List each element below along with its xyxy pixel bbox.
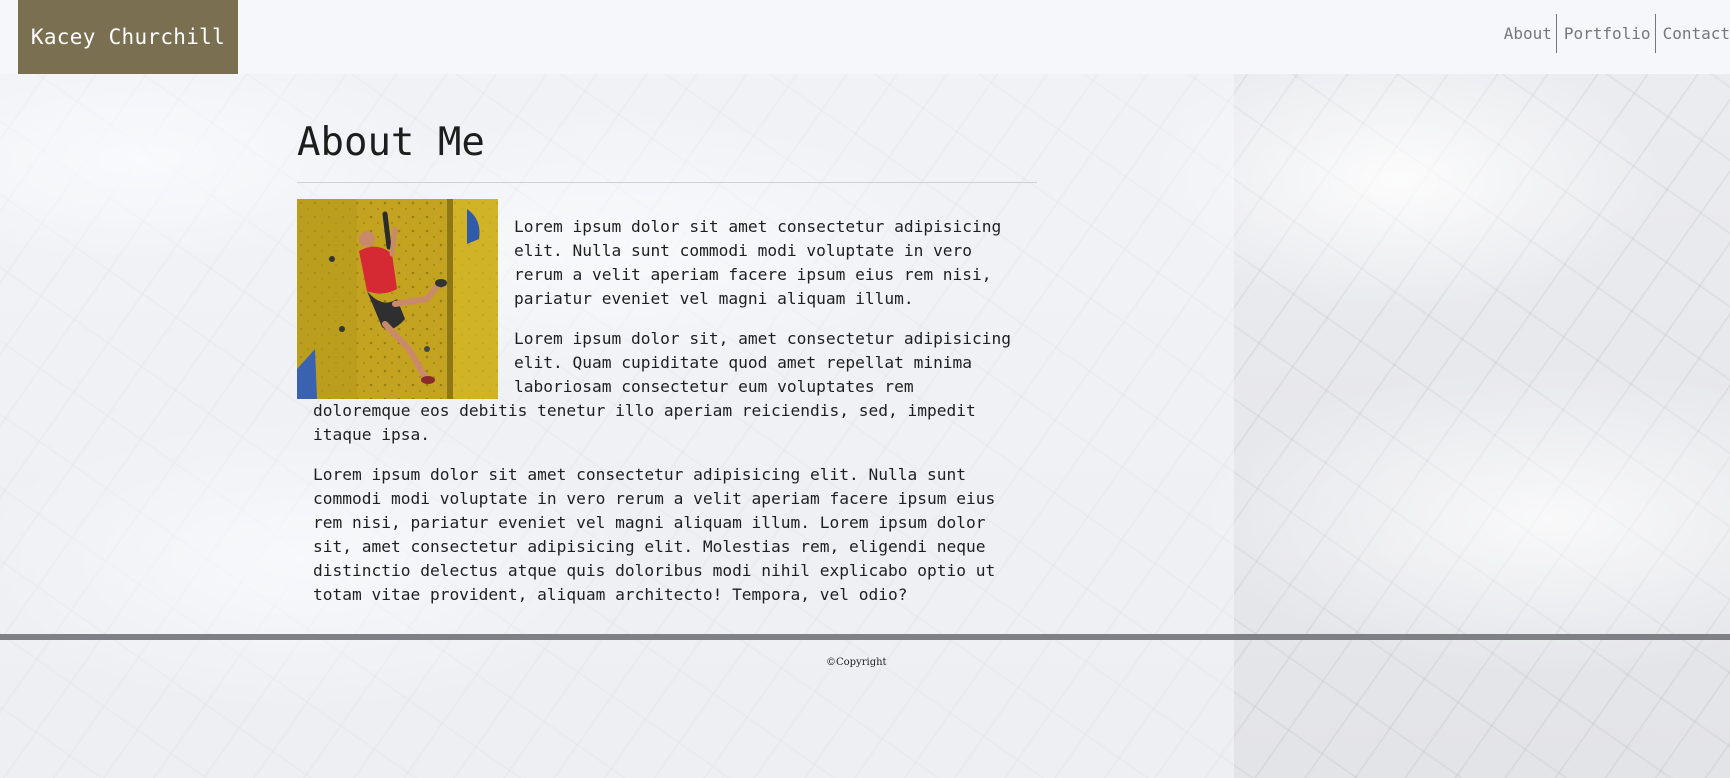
page-title: About Me	[297, 120, 1037, 183]
paragraph-3: Lorem ipsum dolor sit amet consectetur a…	[313, 465, 996, 604]
brand-logo[interactable]: Kacey Churchill	[18, 0, 238, 74]
main-nav: About Portfolio Contact	[1504, 14, 1730, 53]
footer-divider	[0, 634, 1730, 640]
nav-contact[interactable]: Contact	[1654, 14, 1730, 53]
brand-name: Kacey Churchill	[30, 25, 226, 49]
site-header: Kacey Churchill About Portfolio Contact	[0, 0, 1730, 74]
climber-photo-image	[297, 199, 498, 399]
nav-portfolio[interactable]: Portfolio	[1555, 14, 1655, 53]
climber-photo	[297, 199, 498, 399]
nav-about[interactable]: About	[1504, 14, 1556, 53]
about-section: About Me Lorem ipsum dolor sit amet cons…	[297, 120, 1037, 623]
copyright-text: ©Copyright	[826, 657, 887, 668]
about-article: Lorem ipsum dolor sit amet consectetur a…	[297, 199, 1037, 607]
